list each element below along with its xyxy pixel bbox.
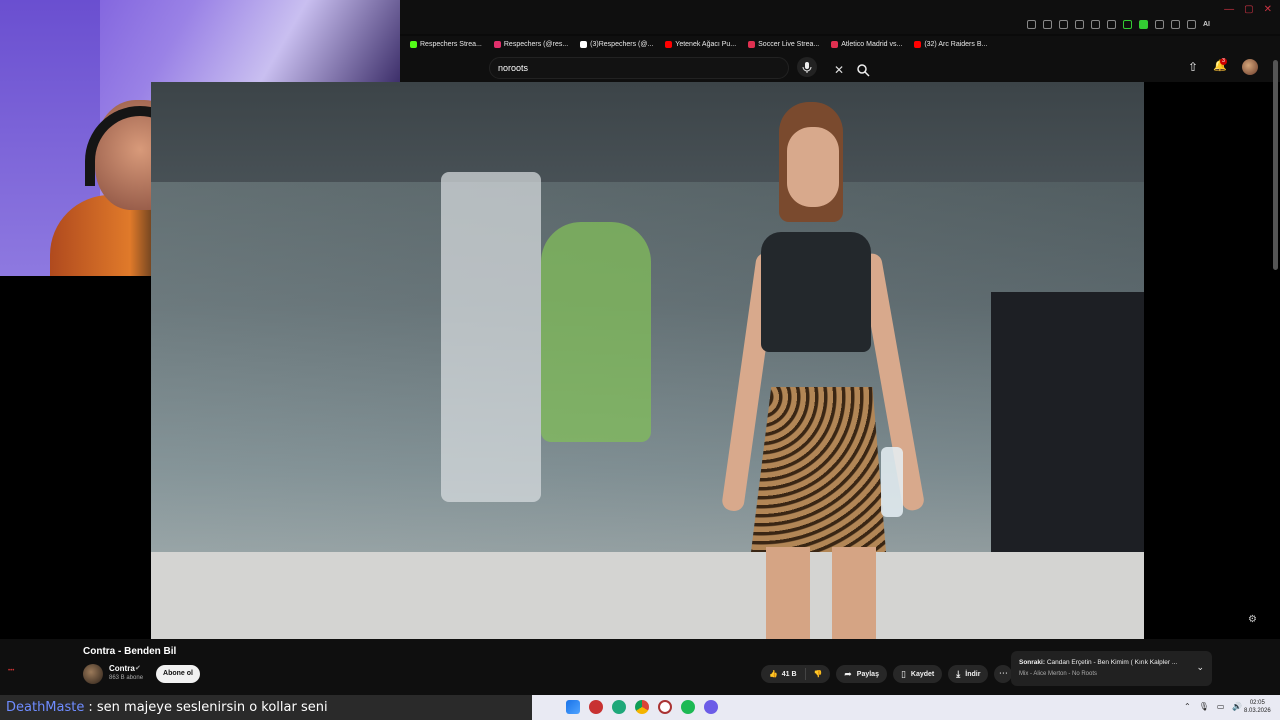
- youtube-icon: [914, 40, 922, 48]
- bookmark-item[interactable]: (32) Arc Raiders B...: [914, 40, 987, 48]
- chat-indicator: •••: [8, 668, 15, 674]
- extension-icon[interactable]: [1059, 20, 1068, 29]
- download-icon: ⤓: [956, 668, 961, 679]
- search-box[interactable]: noroots ✕: [489, 57, 870, 79]
- like-dislike-group: 👍 41 B 👎: [761, 665, 831, 683]
- ai-extension-icon[interactable]: AI: [1203, 21, 1210, 28]
- extension-icon[interactable]: [1171, 20, 1180, 29]
- taskbar-clock[interactable]: 02:05 8.03.2026: [1244, 699, 1271, 715]
- link-icon: [748, 40, 756, 48]
- channel-avatar[interactable]: [83, 664, 103, 684]
- video-actions: 👍 41 B 👎 ➦ Paylaş ▯ Kaydet ⤓ İndir ⋯: [761, 665, 1013, 683]
- chevron-up-icon[interactable]: ⌃: [1184, 702, 1191, 711]
- chat-username: DeathMaste: [6, 700, 85, 715]
- share-icon: ➦: [844, 668, 852, 679]
- up-next-panel[interactable]: Sonraki: Candan Erçetin - Ben Kimim ( Kı…: [1011, 651, 1212, 686]
- taskbar-apps: [566, 700, 718, 714]
- save-button[interactable]: ▯ Kaydet: [892, 665, 943, 683]
- download-button[interactable]: ⤓ İndir: [948, 665, 989, 683]
- extension-icon[interactable]: [1187, 20, 1196, 29]
- bookmark-item[interactable]: Respechers Strea...: [410, 40, 482, 48]
- search-input[interactable]: noroots: [498, 63, 528, 73]
- player-settings-icon[interactable]: ⚙: [1248, 614, 1257, 625]
- bookmark-item[interactable]: Soccer Live Strea...: [748, 40, 819, 48]
- thumbs-up-icon: 👍: [769, 671, 778, 678]
- upload-icon[interactable]: ⇧: [1188, 60, 1198, 74]
- system-tray[interactable]: ⌃ 🎙 ▭ 🔊: [1184, 702, 1242, 711]
- extension-icon[interactable]: [1155, 20, 1164, 29]
- video-scene-chair: [441, 172, 541, 502]
- video-scene-man: [541, 222, 651, 442]
- search-icon[interactable]: [856, 63, 870, 77]
- video-scene-floor: [151, 552, 1144, 639]
- extension-icon[interactable]: [1075, 20, 1084, 29]
- stream-chat-overlay: DeathMaste : sen majeye seslenirsin o ko…: [0, 695, 532, 720]
- extension-icon[interactable]: [1107, 20, 1116, 29]
- network-icon[interactable]: ▭: [1217, 702, 1225, 711]
- edge-icon[interactable]: [612, 700, 626, 714]
- video-scene-woman: [721, 102, 931, 639]
- chevron-down-icon[interactable]: ⌄: [1196, 662, 1204, 673]
- instagram-icon: [493, 40, 501, 48]
- extension-icon[interactable]: [1043, 20, 1052, 29]
- extension-icon[interactable]: [1123, 20, 1132, 29]
- extension-icon[interactable]: [1027, 20, 1036, 29]
- volume-icon[interactable]: 🔊: [1232, 702, 1242, 711]
- account-avatar[interactable]: [1242, 59, 1258, 75]
- youtube-masthead: noroots ✕ ⇧ 🔔 3: [400, 52, 1280, 82]
- extension-icons[interactable]: AI: [1027, 20, 1210, 29]
- bookmark-item[interactable]: Atletico Madrid vs...: [831, 40, 902, 48]
- video-scene-interior: [991, 292, 1144, 572]
- window-controls[interactable]: — ▢ ✕: [1224, 4, 1272, 15]
- verified-icon: ✔: [135, 665, 141, 672]
- close-window-icon[interactable]: ✕: [1264, 4, 1272, 15]
- subscribe-button[interactable]: Abone ol: [156, 665, 200, 683]
- like-button[interactable]: 👍 41 B: [761, 665, 805, 683]
- channel-name[interactable]: Contra: [109, 664, 135, 673]
- bookmark-item[interactable]: Yetenek Ağacı Pu...: [665, 40, 736, 48]
- maximize-icon[interactable]: ▢: [1244, 4, 1253, 15]
- more-actions-button[interactable]: ⋯: [994, 665, 1013, 683]
- discord-icon[interactable]: [704, 700, 718, 714]
- obs-icon[interactable]: [658, 700, 672, 714]
- clear-search-icon[interactable]: ✕: [834, 63, 844, 77]
- notification-badge: 3: [1220, 58, 1227, 65]
- start-icon[interactable]: [566, 700, 580, 714]
- bookmark-item[interactable]: Respechers (@res...: [493, 40, 568, 48]
- video-title: Contra - Benden Bil: [83, 646, 177, 657]
- app-icon[interactable]: [589, 700, 603, 714]
- right-letterbox: [1144, 82, 1280, 639]
- bookmark-icon: ▯: [900, 668, 906, 679]
- thumbs-down-icon: 👎: [813, 671, 823, 678]
- video-player[interactable]: [151, 82, 1144, 639]
- bookmark-item[interactable]: (3)Respechers (@...: [580, 40, 653, 48]
- page-scrollbar[interactable]: [1273, 60, 1278, 270]
- kick-icon: [410, 40, 417, 48]
- link-icon: [831, 40, 839, 48]
- minimize-icon[interactable]: —: [1224, 4, 1234, 15]
- spotify-icon[interactable]: [681, 700, 695, 714]
- bookmarks-bar: Respechers Strea... Respechers (@res... …: [400, 36, 1280, 52]
- subscriber-count: 863 B abone: [109, 675, 144, 681]
- chrome-icon[interactable]: [635, 700, 649, 714]
- share-button[interactable]: ➦ Paylaş: [836, 665, 887, 683]
- up-next-subtitle: Mix - Alice Merton - No Roots: [1019, 671, 1098, 677]
- chat-message: : sen majeye seslenirsin o kollar seni: [88, 700, 328, 715]
- browser-titlebar: — ▢ ✕ AI: [400, 0, 1280, 34]
- voice-search-button[interactable]: [797, 57, 817, 77]
- extension-icon[interactable]: [1139, 20, 1148, 29]
- dislike-button[interactable]: 👎: [806, 665, 831, 683]
- up-next-title: Sonraki: Candan Erçetin - Ben Kimim ( Kı…: [1019, 659, 1178, 666]
- microphone-icon: [802, 62, 812, 73]
- tiktok-icon: [580, 40, 588, 48]
- more-icon: ⋯: [998, 668, 1008, 678]
- mic-tray-icon[interactable]: 🎙: [1199, 702, 1209, 711]
- extension-icon[interactable]: [1091, 20, 1100, 29]
- like-count: 41 B: [781, 670, 797, 678]
- left-letterbox: [0, 276, 151, 639]
- youtube-icon: [665, 40, 673, 48]
